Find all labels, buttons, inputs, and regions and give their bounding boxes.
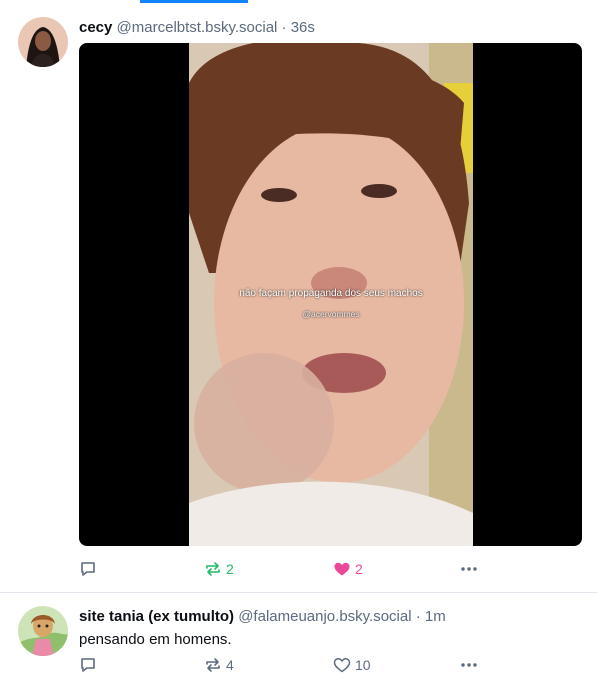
video-caption: não façam propaganda dos seus machos [239,288,423,299]
more-options-button[interactable] [459,655,479,675]
post-header: site tania (ex tumulto) @falameuanjo.bsk… [79,608,446,625]
handle[interactable]: @falameuanjo.bsky.social [238,608,411,625]
heart-filled-icon [334,562,350,576]
reply-button[interactable] [79,559,101,579]
repost-count: 4 [226,657,234,673]
video-frame: não façam propaganda dos seus machos @ac… [189,43,473,546]
post-header: cecy @marcelbtst.bsky.social · 36s [79,19,315,36]
post-actions: 2 2 [79,559,579,579]
feed-post[interactable]: site tania (ex tumulto) @falameuanjo.bsk… [0,593,597,685]
ellipsis-icon [461,663,477,667]
video-player[interactable]: não façam propaganda dos seus machos @ac… [79,43,582,546]
avatar[interactable] [18,17,68,67]
display-name[interactable]: cecy [79,19,112,36]
repost-button[interactable]: 4 [204,655,234,675]
handle[interactable]: @marcelbtst.bsky.social [117,19,278,36]
feed-post[interactable]: cecy @marcelbtst.bsky.social · 36s não f… [0,4,597,593]
ellipsis-icon [461,567,477,571]
video-watermark: @acervommes [302,309,360,319]
avatar[interactable] [18,606,68,656]
repost-count: 2 [226,561,234,577]
separator: · [281,19,287,36]
more-options-button[interactable] [459,559,479,579]
repost-icon [206,658,220,672]
post-text: pensando em homens. [79,631,232,648]
reply-button[interactable] [79,655,101,675]
repost-icon [206,562,220,576]
display-name[interactable]: site tania (ex tumulto) [79,608,234,625]
reply-icon [81,658,95,672]
like-button[interactable]: 2 [333,559,363,579]
post-actions: 4 10 [79,655,579,675]
timestamp[interactable]: 1m [425,608,446,625]
like-count: 2 [355,561,363,577]
reply-icon [81,562,95,576]
timestamp[interactable]: 36s [291,19,315,36]
separator: · [415,608,421,625]
like-count: 10 [355,657,371,673]
repost-button[interactable]: 2 [204,559,234,579]
like-button[interactable]: 10 [333,655,371,675]
active-tab-indicator [140,0,248,3]
heart-outline-icon [333,657,351,673]
